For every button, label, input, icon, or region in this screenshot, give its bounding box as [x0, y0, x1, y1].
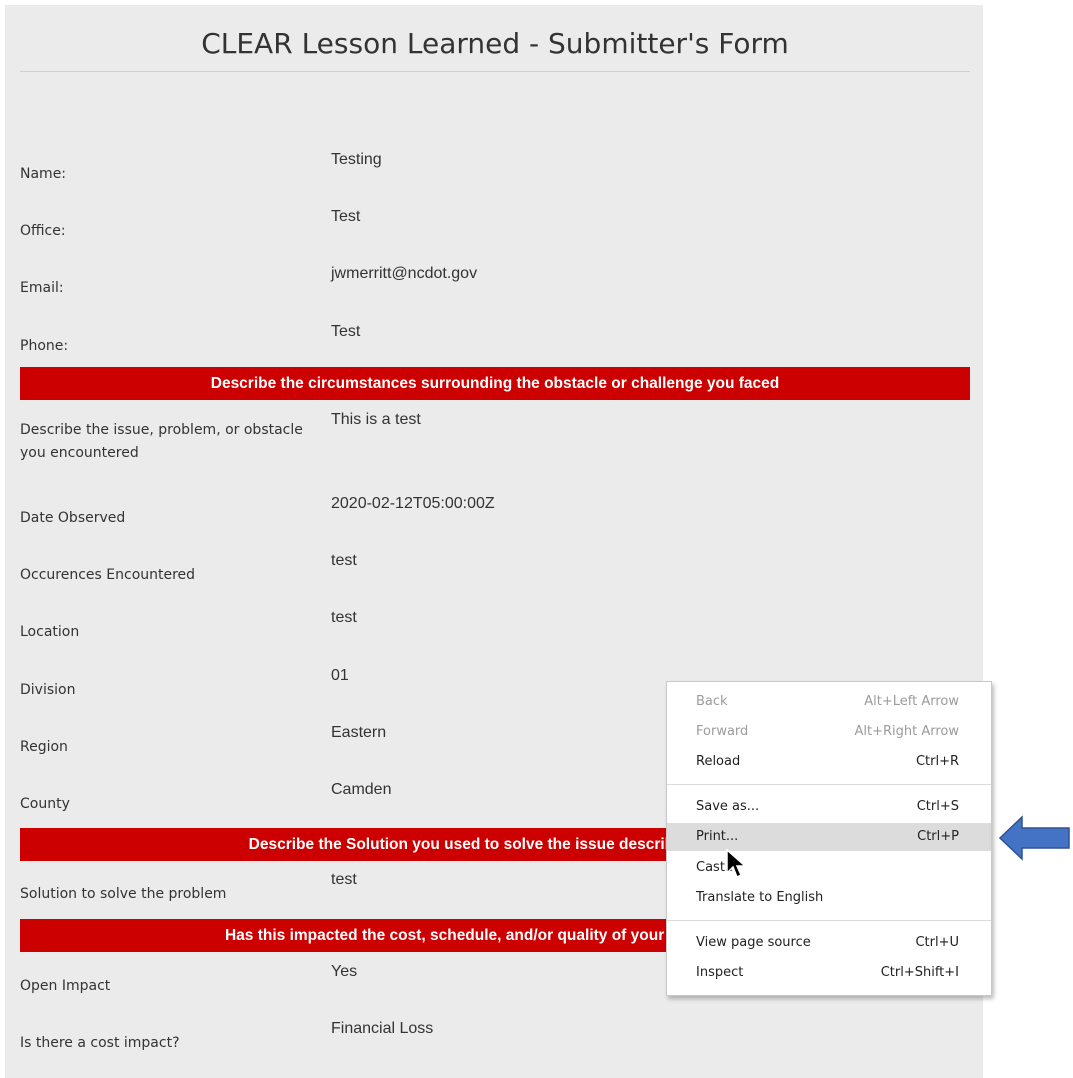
field-label: Solution to solve the problem — [20, 886, 227, 902]
field-value: 01 — [331, 667, 349, 684]
menu-item-inspect[interactable]: Inspect Ctrl+Shift+I — [667, 959, 991, 987]
field-label: Email: — [20, 280, 64, 296]
field-label: Date Observed — [20, 510, 126, 526]
title-divider — [20, 71, 970, 72]
field-label: Office: — [20, 223, 66, 239]
field-value: Testing — [331, 151, 382, 168]
field-value: jwmerritt@ncdot.gov — [331, 265, 478, 282]
menu-item-label: Forward — [696, 724, 749, 739]
field-label: Location — [20, 624, 80, 640]
field-value: Financial Loss — [331, 1020, 434, 1037]
field-label: Phone: — [20, 338, 69, 354]
menu-item-label: Reload — [696, 754, 741, 769]
mouse-cursor-icon — [726, 849, 747, 879]
field-value: Yes — [331, 963, 358, 980]
field-value: test — [331, 871, 357, 888]
context-menu: Back Alt+Left Arrow Forward Alt+Right Ar… — [666, 681, 992, 996]
field-value: test — [331, 552, 357, 569]
field-value: Test — [331, 323, 361, 340]
field-label: Region — [20, 739, 68, 755]
menu-separator — [667, 784, 991, 785]
field-value: This is a test — [331, 411, 421, 428]
menu-item-cast[interactable]: Cast... — [667, 854, 991, 882]
field-value: Eastern — [331, 724, 387, 741]
menu-item-translate[interactable]: Translate to English — [667, 884, 991, 912]
menu-item-label: Back — [696, 694, 728, 709]
field-label: County — [20, 796, 70, 812]
section-banner-circumstances: Describe the circumstances surrounding t… — [20, 367, 970, 400]
menu-item-shortcut: Alt+Left Arrow — [864, 694, 959, 709]
field-label: Describe the issue, problem, or obstacle… — [20, 422, 303, 461]
field-label: Name: — [20, 166, 67, 182]
field-value: test — [331, 609, 357, 626]
menu-item-reload[interactable]: Reload Ctrl+R — [667, 748, 991, 776]
menu-item-save-as[interactable]: Save as... Ctrl+S — [667, 793, 991, 821]
menu-item-label: View page source — [696, 935, 811, 950]
menu-item-back[interactable]: Back Alt+Left Arrow — [667, 688, 991, 716]
menu-item-shortcut: Ctrl+P — [917, 829, 959, 844]
menu-item-shortcut: Ctrl+U — [915, 935, 959, 950]
menu-item-label: Print... — [696, 829, 739, 844]
field-label: Occurences Encountered — [20, 567, 196, 583]
field-label: Division — [20, 682, 76, 698]
menu-item-label: Inspect — [696, 965, 744, 980]
menu-item-shortcut: Ctrl+S — [916, 799, 959, 814]
field-value: 2020-02-12T05:00:00Z — [331, 495, 495, 512]
menu-item-view-source[interactable]: View page source Ctrl+U — [667, 929, 991, 957]
menu-item-shortcut: Ctrl+R — [915, 754, 959, 769]
field-value: Camden — [331, 781, 392, 798]
field-value: Test — [331, 208, 361, 225]
menu-item-shortcut: Ctrl+Shift+I — [880, 965, 959, 980]
menu-item-label: Translate to English — [696, 890, 824, 905]
left-arrow-icon — [999, 815, 1070, 861]
menu-item-forward[interactable]: Forward Alt+Right Arrow — [667, 718, 991, 746]
menu-item-print[interactable]: Print... Ctrl+P — [667, 823, 991, 851]
field-label: Open Impact — [20, 978, 111, 994]
menu-separator — [667, 920, 991, 921]
page-title: CLEAR Lesson Learned - Submitter's Form — [201, 27, 789, 60]
menu-item-shortcut: Alt+Right Arrow — [854, 724, 959, 739]
field-label: Is there a cost impact? — [20, 1035, 180, 1051]
menu-item-label: Save as... — [696, 799, 760, 814]
